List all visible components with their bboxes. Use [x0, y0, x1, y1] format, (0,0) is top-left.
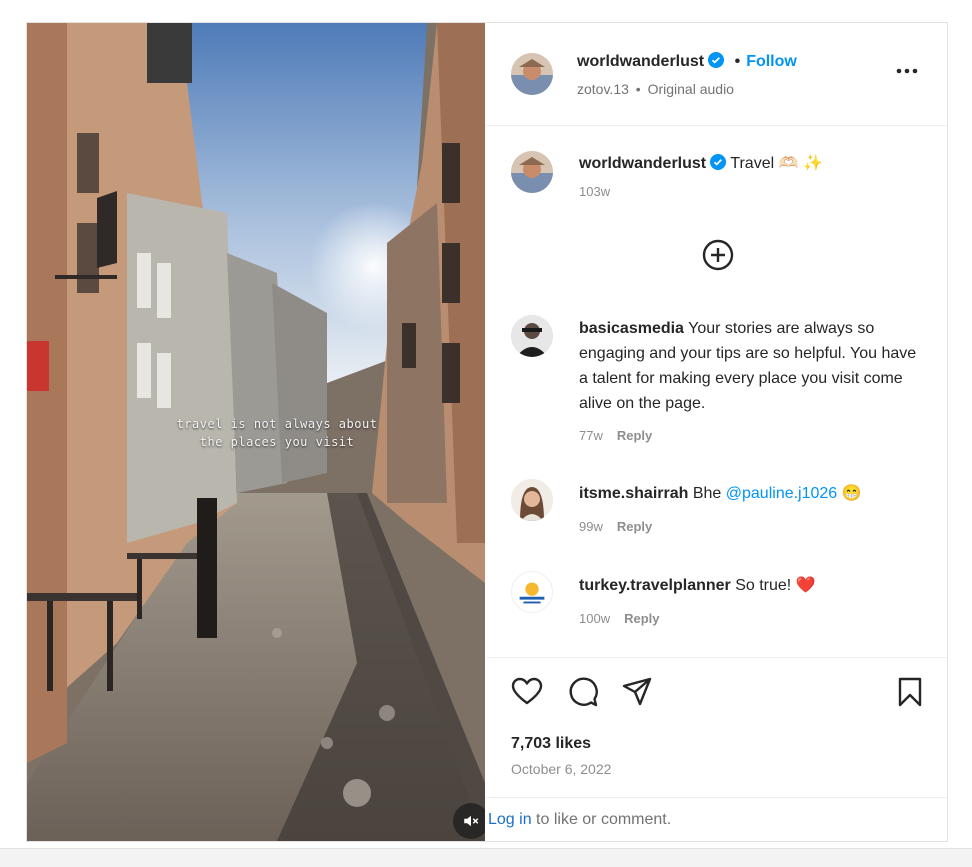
comment-meta: 99w Reply	[579, 519, 652, 534]
follow-button[interactable]: Follow	[746, 53, 797, 70]
dot-separator: •	[734, 53, 741, 70]
reply-button[interactable]: Reply	[617, 519, 652, 534]
bookmark-icon[interactable]	[893, 675, 927, 709]
comment-avatar[interactable]	[511, 479, 553, 521]
login-link[interactable]: Log in	[488, 811, 532, 828]
dot-separator: •	[635, 81, 641, 97]
author-username[interactable]: worldwanderlust	[577, 53, 704, 70]
paper-plane-icon[interactable]	[620, 675, 654, 709]
avatar-image	[511, 315, 553, 357]
comment-text: So true!	[735, 577, 792, 594]
comment-timestamp[interactable]: 100w	[579, 611, 610, 626]
caption: worldwanderlust Travel 🫶🏻 ✨	[579, 151, 929, 176]
comment-avatar[interactable]	[511, 571, 553, 613]
comment-username[interactable]: turkey.travelplanner	[579, 577, 731, 594]
caption-text: Travel 🫶🏻 ✨	[730, 155, 823, 172]
comment-username[interactable]: itsme.shairrah	[579, 485, 688, 502]
comment: basicasmedia Your stories are always so …	[579, 316, 929, 416]
comment-meta: 100w Reply	[579, 611, 659, 626]
caption-author-avatar[interactable]	[511, 151, 553, 193]
caption-meta: 103w	[579, 184, 610, 199]
comment-text: Bhe	[692, 485, 722, 502]
footer-divider	[486, 797, 947, 798]
avatar-image	[511, 151, 553, 193]
comment: itsme.shairrah Bhe @pauline.j1026 😁	[579, 481, 929, 506]
heart-emoji: ❤️	[795, 577, 816, 594]
audio-user[interactable]: zotov.13	[577, 81, 629, 97]
verified-badge-icon	[710, 154, 727, 170]
overlay-line-1: travel is not always about	[176, 417, 378, 431]
mute-toggle-button[interactable]	[453, 803, 485, 839]
speaker-muted-icon	[464, 815, 479, 827]
mention-link[interactable]: @pauline.j1026	[726, 485, 837, 502]
actions-divider	[486, 657, 947, 658]
comment: turkey.travelplanner So true! ❤️	[579, 573, 929, 598]
comment-icon[interactable]	[566, 675, 600, 709]
plus-circle-icon[interactable]	[701, 238, 735, 272]
post-header-user: worldwanderlust • Follow	[577, 52, 797, 71]
heart-icon[interactable]	[510, 675, 544, 709]
login-prompt: Log in to like or comment.	[488, 811, 671, 829]
video-caption-overlay: travel is not always about the places yo…	[127, 415, 427, 451]
comment-timestamp[interactable]: 77w	[579, 428, 603, 443]
comment-meta: 77w Reply	[579, 428, 652, 443]
audio-label[interactable]: Original audio	[648, 81, 734, 97]
like-count[interactable]: 7,703 likes	[511, 735, 591, 753]
header-divider	[486, 125, 947, 126]
overlay-line-2: the places you visit	[199, 435, 355, 449]
caption-timestamp[interactable]: 103w	[579, 184, 610, 199]
post-date[interactable]: October 6, 2022	[511, 761, 611, 777]
post-sidebar: worldwanderlust • Follow zotov.13 • Origi…	[486, 23, 947, 841]
grin-emoji: 😁	[841, 485, 862, 502]
more-options-icon[interactable]	[896, 67, 918, 75]
comment-username[interactable]: basicasmedia	[579, 320, 684, 337]
login-suffix: to like or comment.	[531, 811, 672, 828]
reply-button[interactable]: Reply	[624, 611, 659, 626]
author-avatar[interactable]	[511, 53, 553, 95]
comment-avatar[interactable]	[511, 315, 553, 357]
avatar-image	[512, 572, 552, 612]
page-bottom-bar	[0, 848, 972, 867]
avatar-image	[511, 53, 553, 95]
caption-username[interactable]: worldwanderlust	[579, 155, 706, 172]
reply-button[interactable]: Reply	[617, 428, 652, 443]
comment-timestamp[interactable]: 99w	[579, 519, 603, 534]
audio-info: zotov.13 • Original audio	[577, 81, 734, 97]
post-video[interactable]: travel is not always about the places yo…	[27, 23, 485, 841]
avatar-image	[511, 479, 553, 521]
verified-badge-icon	[708, 52, 725, 68]
